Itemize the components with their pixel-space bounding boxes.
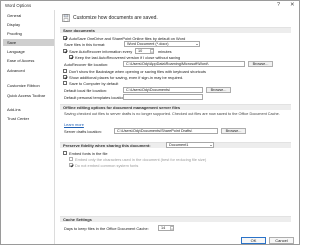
offline-description: Saving checked out files to server draft… bbox=[64, 112, 280, 116]
fidelity-document-value: Document1 bbox=[169, 143, 189, 147]
fidelity-document-dropdown[interactable]: Document1 bbox=[166, 142, 214, 148]
save-to-computer-label: Save to Computer by default bbox=[69, 81, 119, 86]
autorecover-location-label: AutoRecover file location: bbox=[64, 62, 109, 67]
autorecover-minutes-input[interactable]: 10 ▴ ▾ bbox=[135, 48, 154, 54]
personal-templates-input[interactable] bbox=[123, 94, 203, 100]
sidebar-item-proofing[interactable]: Proofing bbox=[3, 30, 54, 37]
section-cache-settings: Cache Settings bbox=[60, 216, 291, 222]
minutes-label: minutes bbox=[158, 49, 172, 54]
embed-fonts-label: Embed fonts in the file bbox=[69, 151, 108, 156]
save-format-label: Save files in this format: bbox=[64, 42, 106, 47]
main-panel: Customize how documents are saved. Save … bbox=[58, 10, 297, 232]
cancel-button[interactable]: Cancel bbox=[269, 237, 294, 244]
section-save-documents: Save documents bbox=[60, 27, 291, 33]
sidebar-item-ease-of-access[interactable]: Ease of Access bbox=[3, 57, 54, 64]
no-common-fonts-label: Do not embed common system fonts bbox=[75, 163, 139, 168]
autorecover-label: Save AutoRecover information every bbox=[69, 49, 133, 54]
additional-places-checkbox[interactable] bbox=[63, 75, 67, 79]
ok-button[interactable]: OK bbox=[241, 237, 266, 244]
no-common-fonts-checkbox[interactable] bbox=[69, 163, 73, 167]
window-title: Word Options bbox=[5, 3, 32, 8]
sidebar-item-general[interactable]: General bbox=[3, 12, 54, 19]
close-button[interactable]: ✕ bbox=[290, 2, 295, 8]
title-bar: Word Options ? ✕ bbox=[1, 1, 299, 10]
word-options-dialog: Word Options ? ✕ General Display Proofin… bbox=[0, 0, 300, 245]
section-offline-editing: Offline editing options for document man… bbox=[60, 104, 291, 110]
save-format-dropdown[interactable]: Word Document (*.docx) bbox=[124, 41, 200, 47]
personal-templates-label: Default personal templates location: bbox=[64, 95, 126, 100]
server-drafts-input[interactable]: C:\Users\Ody\Documents\SharePoint Drafts… bbox=[114, 128, 218, 134]
server-drafts-label: Server drafts location: bbox=[64, 129, 102, 134]
spinner-arrows-icon[interactable]: ▴ ▾ bbox=[150, 49, 153, 53]
document-save-icon bbox=[62, 14, 70, 22]
autosave-checkbox[interactable] bbox=[63, 36, 67, 40]
save-format-value: Word Document (*.docx) bbox=[127, 42, 169, 46]
dont-show-backstage-label: Don't show the Backstage when opening or… bbox=[69, 69, 206, 74]
sidebar-item-language[interactable]: Language bbox=[3, 48, 54, 55]
autorecover-minutes-value: 10 bbox=[138, 49, 143, 53]
page-header: Customize how documents are saved. bbox=[73, 15, 158, 21]
browse-server-drafts-button[interactable]: Browse... bbox=[221, 128, 246, 134]
sidebar-item-save[interactable]: Save bbox=[3, 39, 54, 46]
dont-show-backstage-checkbox[interactable] bbox=[63, 69, 67, 73]
default-local-location-input[interactable]: C:\Users\Ody\Documents\ bbox=[123, 87, 203, 93]
preserve-fidelity-title: Preserve fidelity when sharing this docu… bbox=[63, 143, 151, 148]
sidebar-item-quick-access-toolbar[interactable]: Quick Access Toolbar bbox=[3, 92, 54, 99]
autorecover-checkbox[interactable] bbox=[63, 49, 67, 53]
default-local-location-label: Default local file location: bbox=[64, 88, 108, 93]
embed-only-used-chars-checkbox[interactable] bbox=[69, 157, 73, 161]
additional-places-label: Show additional places for saving, even … bbox=[69, 75, 184, 80]
embed-only-used-chars-label: Embed only the characters used in the do… bbox=[75, 157, 207, 162]
keep-last-version-checkbox[interactable] bbox=[69, 55, 73, 59]
embed-fonts-checkbox[interactable] bbox=[63, 151, 67, 155]
save-to-computer-checkbox[interactable] bbox=[63, 81, 67, 85]
sidebar-item-trust-center[interactable]: Trust Center bbox=[3, 115, 54, 122]
cache-days-label: Days to keep files in the Office Documen… bbox=[64, 226, 149, 231]
learn-more-link[interactable]: Learn more bbox=[64, 122, 84, 127]
autorecover-location-input[interactable]: C:\Users\Ody\AppData\Roaming\Microsoft\W… bbox=[123, 61, 245, 67]
browse-autorecover-button[interactable]: Browse... bbox=[248, 61, 273, 67]
sidebar-item-customize-ribbon[interactable]: Customize Ribbon bbox=[3, 82, 54, 89]
cache-days-input[interactable]: 14 ▴ ▾ bbox=[158, 225, 174, 231]
sidebar: General Display Proofing Save Language E… bbox=[3, 10, 55, 244]
chevron-down-icon bbox=[196, 43, 198, 45]
keep-last-version-label: Keep the last AutoRecovered version if I… bbox=[75, 55, 181, 60]
help-button[interactable]: ? bbox=[277, 2, 280, 8]
browse-default-local-button[interactable]: Browse... bbox=[206, 87, 231, 93]
chevron-down-icon bbox=[210, 144, 212, 146]
sidebar-item-add-ins[interactable]: Add-ins bbox=[3, 106, 54, 113]
sidebar-item-advanced[interactable]: Advanced bbox=[3, 67, 54, 74]
cache-days-value: 14 bbox=[161, 226, 166, 230]
sidebar-item-display[interactable]: Display bbox=[3, 21, 54, 28]
spinner-arrows-icon[interactable]: ▴ ▾ bbox=[170, 226, 173, 230]
